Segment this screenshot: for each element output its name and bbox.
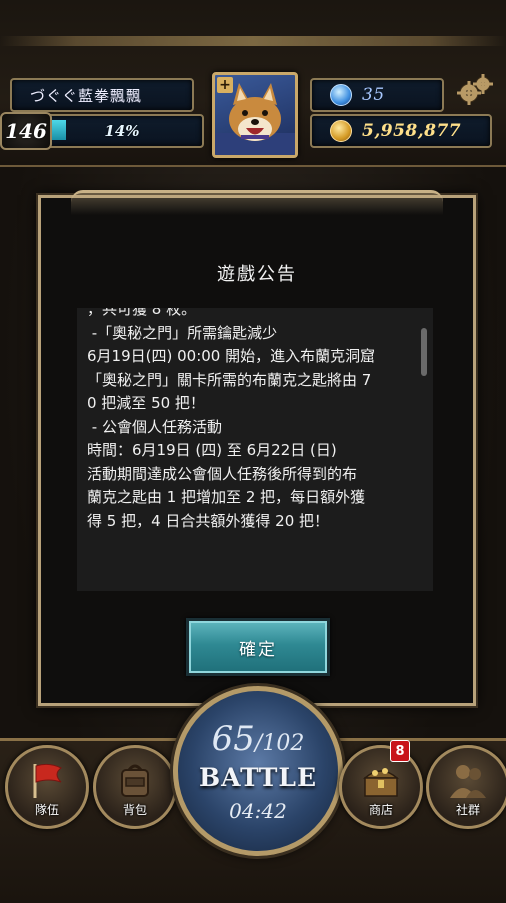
shop-notification-badge: 8	[390, 740, 410, 762]
gem-count: 35	[362, 85, 385, 105]
nav-shop-label: 商店	[368, 803, 393, 817]
announcement-line: - 公會個人任務活動	[87, 417, 222, 436]
announcement-line: 「奧秘之門」關卡所需的布蘭克之匙將由 7	[87, 370, 372, 389]
battle-button[interactable]: 65/102 BATTLE 04:42	[173, 686, 343, 856]
player-name: づぐぐ藍拳飄飄	[30, 86, 143, 105]
confirm-button[interactable]: 確定	[186, 618, 330, 676]
nav-social-button[interactable]: 社群	[426, 745, 506, 829]
announcement-line: ，共可獲 8 枚。	[87, 308, 197, 318]
backpack-icon	[121, 764, 149, 797]
top-hud: づぐぐ藍拳飄飄 146 14% + 35 5,958,877	[0, 0, 506, 167]
settings-button[interactable]	[455, 72, 495, 108]
stamina-current: 65	[211, 719, 255, 759]
nav-shop-button[interactable]: 商店	[339, 745, 423, 829]
gold-counter[interactable]: 5,958,877	[310, 114, 492, 148]
announcement-line: 得 5 把，4 日合共額外獲得 20 把！	[87, 511, 330, 530]
player-level: 146	[0, 112, 52, 150]
announcement-line: 時間：6月19日 (四) 至 6月22日 (日)	[87, 441, 337, 459]
avatar-plus-icon: +	[217, 77, 233, 93]
people-icon	[450, 765, 486, 798]
stamina-display: 65/102	[178, 719, 338, 759]
gem-icon	[330, 84, 352, 106]
announcement-line: 6月19日(四) 00:00 開始，進入布蘭克洞窟	[87, 347, 376, 365]
nav-team-label: 隊伍	[34, 803, 59, 817]
announcement-text: ，共可獲 8 枚。 -「奧秘之門」所需鑰匙減少 6月19日(四) 00:00 開…	[87, 308, 413, 533]
gold-count: 5,958,877	[362, 121, 462, 141]
nav-social-label: 社群	[455, 803, 480, 817]
scrollbar[interactable]	[421, 328, 427, 376]
flag-icon	[33, 763, 62, 798]
announcement-line: 活動期間達成公會個人任務後所得到的布	[87, 464, 358, 483]
announcement-line: 蘭克之匙由 1 把增加至 2 把，每日額外獲	[87, 488, 366, 506]
dialog-title: 遊戲公告	[217, 264, 297, 285]
stamina-max: /102	[254, 731, 305, 756]
player-avatar[interactable]: +	[212, 72, 298, 158]
announcement-dialog: 遊戲公告 ，共可獲 8 枚。 -「奧秘之門」所需鑰匙減少 6月19日(四) 00…	[38, 190, 476, 706]
gem-counter[interactable]: 35	[310, 78, 444, 112]
dialog-crest	[71, 190, 443, 215]
hud-ornament	[0, 36, 506, 46]
player-name-plate[interactable]: づぐぐ藍拳飄飄	[10, 78, 194, 112]
exp-percent: 14%	[104, 122, 140, 140]
nav-team-button[interactable]: 隊伍	[5, 745, 89, 829]
battle-label: BATTLE	[198, 763, 318, 792]
gear-icon	[457, 74, 493, 105]
gold-coin-icon	[330, 120, 352, 142]
nav-bag-button[interactable]: 背包	[93, 745, 177, 829]
nav-bag-label: 背包	[122, 803, 147, 817]
stamina-timer: 04:42	[229, 799, 287, 823]
treasure-chest-icon	[363, 768, 399, 797]
exp-bar: 14%	[40, 114, 204, 148]
announcement-scroll-area[interactable]: ，共可獲 8 枚。 -「奧秘之門」所需鑰匙減少 6月19日(四) 00:00 開…	[77, 308, 433, 591]
announcement-line: 0 把減至 50 把！	[87, 394, 205, 412]
announcement-line: -「奧秘之門」所需鑰匙減少	[87, 323, 278, 342]
